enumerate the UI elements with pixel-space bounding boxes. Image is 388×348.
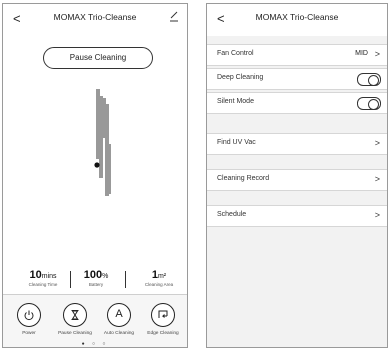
auto-a-icon: A bbox=[115, 308, 123, 320]
chevron-right-icon: > bbox=[374, 138, 380, 148]
cleaning-screen: < MOMAX Trio-Cleanse Pause Cleaning 10mi… bbox=[2, 3, 188, 348]
divider bbox=[125, 271, 126, 288]
edge-cleaning-button[interactable]: Edge Cleaning bbox=[143, 303, 183, 336]
fan-control-value: MID bbox=[355, 50, 368, 57]
settings-screen: < MOMAX Trio-Cleanse Fan Control MID > D… bbox=[206, 3, 388, 348]
top-bar: < MOMAX Trio-Cleanse bbox=[207, 4, 387, 36]
fan-control-label: Fan Control bbox=[217, 50, 254, 57]
deep-cleaning-toggle[interactable] bbox=[357, 73, 381, 86]
fan-control-row[interactable]: Fan Control MID > bbox=[207, 44, 387, 66]
page-title: MOMAX Trio-Cleanse bbox=[53, 12, 137, 22]
edit-icon[interactable] bbox=[169, 10, 179, 22]
toggle-knob bbox=[368, 75, 379, 86]
auto-cleaning-button[interactable]: A Auto Cleaning bbox=[99, 303, 139, 336]
power-button[interactable]: Power bbox=[9, 303, 49, 336]
deep-cleaning-label: Deep Cleaning bbox=[217, 74, 264, 81]
pause-cleaning-label: Pause Cleaning bbox=[58, 331, 92, 336]
stats-bar: 10mins Cleaning Time 100% Battery 1m² Cl… bbox=[3, 269, 187, 294]
deep-cleaning-row: Deep Cleaning bbox=[207, 68, 387, 90]
hourglass-icon bbox=[71, 310, 79, 320]
schedule-label: Schedule bbox=[217, 211, 247, 218]
find-uv-vac-label: Find UV Vac bbox=[217, 139, 256, 146]
find-uv-vac-row[interactable]: Find UV Vac > bbox=[207, 133, 387, 155]
toggle-knob bbox=[368, 99, 379, 110]
pause-cleaning-control-button[interactable]: Pause Cleaning bbox=[55, 303, 95, 336]
page-title: MOMAX Trio-Cleanse bbox=[255, 12, 339, 22]
silent-mode-toggle[interactable] bbox=[357, 97, 381, 110]
page-indicator[interactable]: ● ○ ○ bbox=[3, 341, 187, 347]
edge-cleaning-label: Edge Cleaning bbox=[147, 331, 179, 336]
chevron-right-icon: > bbox=[374, 49, 380, 59]
cleaning-record-label: Cleaning Record bbox=[217, 175, 270, 182]
map-area-5 bbox=[108, 144, 111, 194]
cleaning-record-row[interactable]: Cleaning Record > bbox=[207, 169, 387, 191]
chevron-right-icon: > bbox=[374, 174, 380, 184]
cleaning-map bbox=[94, 89, 111, 196]
pause-cleaning-button[interactable]: Pause Cleaning bbox=[43, 47, 153, 69]
edge-corner-icon bbox=[158, 310, 168, 318]
schedule-row[interactable]: Schedule > bbox=[207, 205, 387, 227]
silent-mode-label: Silent Mode bbox=[217, 98, 254, 105]
chevron-right-icon: > bbox=[374, 210, 380, 220]
robot-position-marker bbox=[94, 162, 100, 168]
power-icon bbox=[24, 310, 34, 321]
divider bbox=[70, 271, 71, 288]
battery-stat: 100% Battery bbox=[83, 269, 109, 287]
control-bar: Power Pause Cleaning A Auto Cleaning Edg… bbox=[3, 294, 187, 347]
top-bar: < MOMAX Trio-Cleanse bbox=[3, 4, 187, 36]
cleaning-area-stat: 1m² Cleaning Area bbox=[144, 269, 174, 287]
auto-cleaning-label: Auto Cleaning bbox=[103, 331, 135, 336]
cleaning-time-stat: 10mins Cleaning Time bbox=[28, 269, 58, 287]
power-label: Power bbox=[22, 331, 36, 336]
silent-mode-row: Silent Mode bbox=[207, 92, 387, 114]
